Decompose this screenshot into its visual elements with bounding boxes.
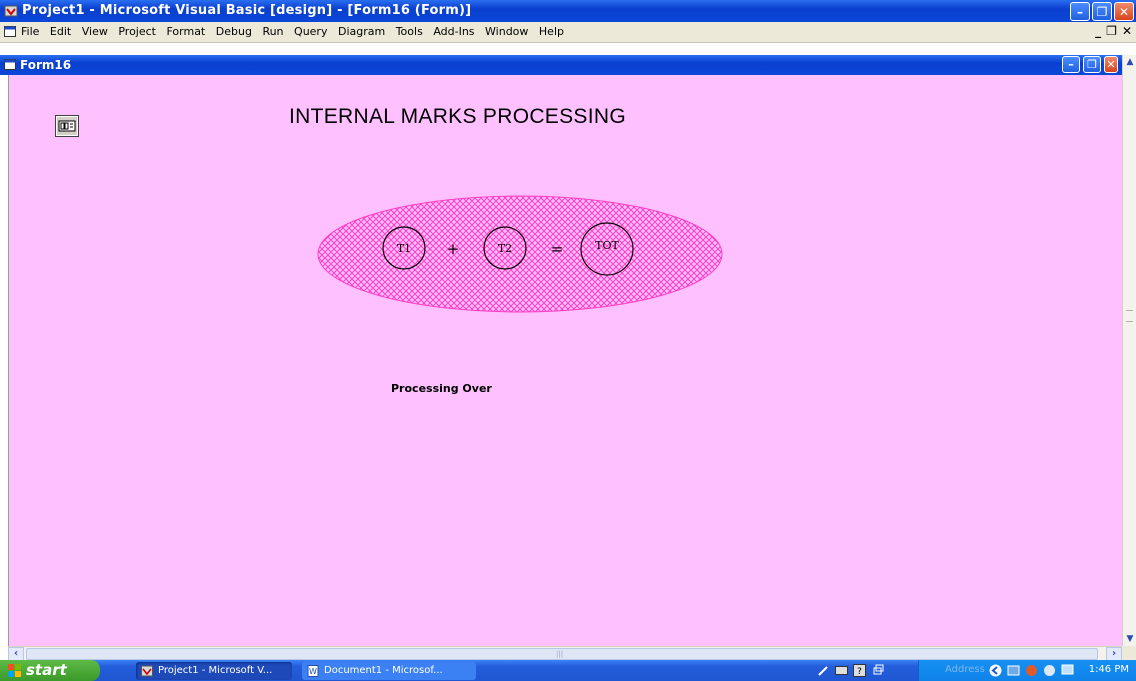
help-icon[interactable]: ? <box>853 664 866 677</box>
network-icon[interactable] <box>1007 664 1020 677</box>
word-document-icon: W <box>307 665 319 677</box>
svg-text:?: ? <box>857 667 862 677</box>
form-titlebar[interactable]: Form16 – ❐ ✕ <box>0 55 1122 75</box>
close-button[interactable]: ✕ <box>1114 2 1134 21</box>
messenger-icon[interactable] <box>1025 664 1038 677</box>
menu-add-ins[interactable]: Add-Ins <box>433 25 474 38</box>
menu-run[interactable]: Run <box>262 25 283 38</box>
keyboard-icon[interactable] <box>835 664 848 677</box>
form-restore-button[interactable]: ❐ <box>1083 56 1101 73</box>
horizontal-scrollbar[interactable]: ‹ ||| › <box>8 646 1122 661</box>
form-canvas[interactable]: INTERNAL MARKS PROCESSING T1 + T2 = TOT … <box>8 75 1123 646</box>
scroll-left-arrow-icon[interactable]: ‹ <box>8 647 24 661</box>
hatched-ellipse <box>317 195 723 313</box>
scroll-up-arrow-icon[interactable]: ▲ <box>1123 55 1136 69</box>
volume-icon[interactable] <box>1043 664 1056 677</box>
marks-diagram: T1 + T2 = TOT <box>317 195 723 313</box>
t2-label: T2 <box>498 242 512 255</box>
display-icon[interactable] <box>1061 664 1074 677</box>
scroll-grip <box>1126 310 1133 322</box>
start-button[interactable]: start <box>0 660 100 681</box>
scroll-down-arrow-icon[interactable]: ▼ <box>1123 632 1136 646</box>
menu-bar: File Edit View Project Format Debug Run … <box>0 22 1136 43</box>
menu-query[interactable]: Query <box>294 25 327 38</box>
taskbar-button-vb[interactable]: Project1 - Microsoft V... <box>136 662 292 680</box>
vb-app-icon <box>4 5 18 17</box>
window-title: Project1 - Microsoft Visual Basic [desig… <box>22 3 472 18</box>
windows-flag-icon <box>8 664 21 677</box>
restore-button[interactable]: ❐ <box>1092 2 1112 21</box>
system-tray: ? Address 1:46 PM <box>818 660 1136 681</box>
form-close-button[interactable]: ✕ <box>1104 56 1118 73</box>
taskbar-button-label: Document1 - Microsof... <box>324 665 443 676</box>
back-arrow-icon[interactable] <box>989 664 1002 677</box>
menu-help[interactable]: Help <box>539 25 564 38</box>
clock: 1:46 PM <box>1088 664 1129 675</box>
mdi-close-button[interactable]: ✕ <box>1122 24 1132 38</box>
menu-file[interactable]: File <box>21 25 39 38</box>
form-icon <box>4 59 16 70</box>
tot-label: TOT <box>595 239 619 252</box>
mdi-restore-button[interactable]: ❐ <box>1106 24 1117 38</box>
mdi-minimize-button[interactable]: _ <box>1095 24 1101 38</box>
menu-view[interactable]: View <box>82 25 108 38</box>
taskbar-button-label: Project1 - Microsoft V... <box>158 665 273 676</box>
scroll-grip: ||| <box>556 650 564 658</box>
equals-sign: = <box>551 240 564 258</box>
form-icon <box>4 26 16 37</box>
mdi-controls: _ ❐ ✕ <box>1090 24 1132 38</box>
menu-debug[interactable]: Debug <box>216 25 252 38</box>
plus-sign: + <box>447 240 460 258</box>
form-title: Form16 <box>20 58 72 72</box>
svg-text:W: W <box>309 667 317 676</box>
main-titlebar[interactable]: Project1 - Microsoft Visual Basic [desig… <box>0 0 1136 22</box>
status-label: Processing Over <box>391 382 492 395</box>
menu-diagram[interactable]: Diagram <box>338 25 385 38</box>
vertical-scrollbar[interactable]: ▲ ▼ <box>1122 55 1136 646</box>
minimize-button[interactable]: – <box>1070 2 1090 21</box>
t1-label: T1 <box>397 242 411 255</box>
timer-control-icon[interactable] <box>55 115 79 137</box>
start-label: start <box>26 661 67 679</box>
menu-window[interactable]: Window <box>485 25 528 38</box>
form-minimize-button[interactable]: – <box>1062 56 1080 73</box>
menu-format[interactable]: Format <box>166 25 205 38</box>
taskbar: start Project1 - Microsoft V... W Docume… <box>0 660 1136 681</box>
taskbar-button-word[interactable]: W Document1 - Microsof... <box>302 662 476 680</box>
scroll-right-arrow-icon[interactable]: › <box>1106 647 1122 661</box>
pencil-icon[interactable] <box>817 664 830 677</box>
page-heading: INTERNAL MARKS PROCESSING <box>289 105 626 128</box>
vb-app-icon <box>141 665 153 677</box>
restore-small-icon[interactable] <box>873 664 886 677</box>
scroll-corner <box>1122 646 1136 660</box>
menu-project[interactable]: Project <box>118 25 156 38</box>
menu-edit[interactable]: Edit <box>50 25 71 38</box>
menu-tools[interactable]: Tools <box>396 25 423 38</box>
address-label[interactable]: Address <box>945 664 985 675</box>
